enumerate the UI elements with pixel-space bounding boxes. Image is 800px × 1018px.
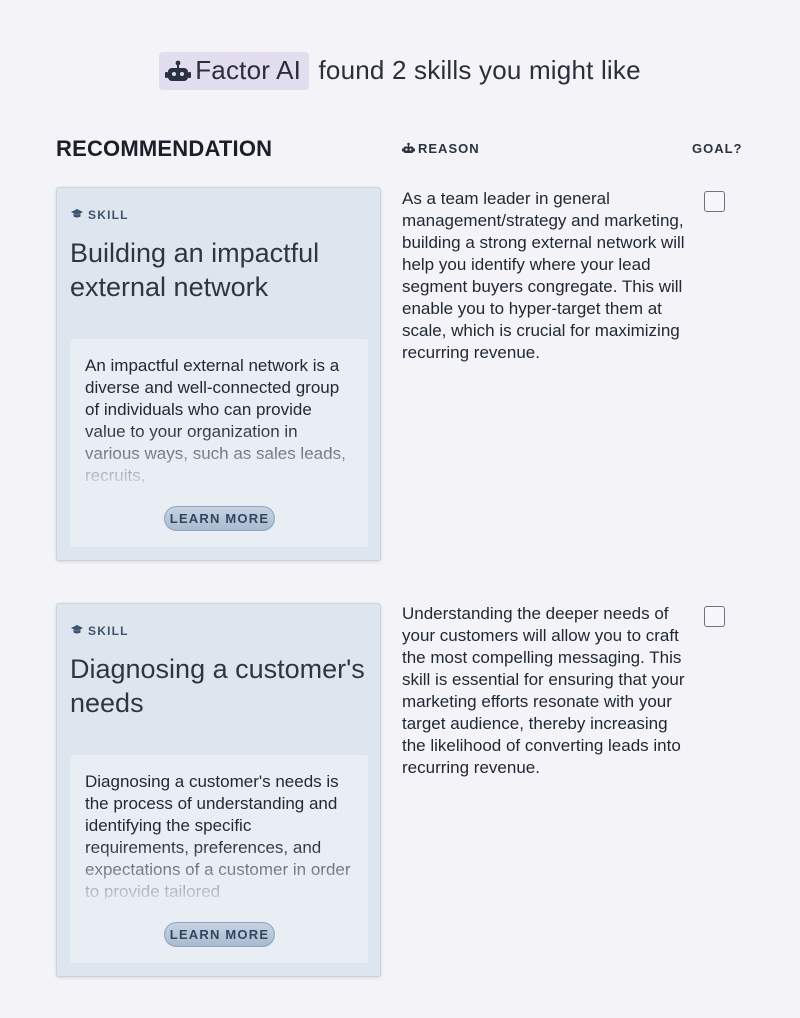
skill-tag-label: SKILL — [88, 624, 129, 638]
skill-card: SKILL Building an impactful external net… — [56, 187, 381, 561]
column-reason-label: REASON — [418, 141, 480, 156]
headline-message: found 2 skills you might like — [318, 55, 641, 85]
column-recommendation: RECOMMENDATION — [56, 136, 273, 161]
column-goal: GOAL? — [692, 141, 743, 156]
skill-reason: As a team leader in general management/s… — [402, 189, 685, 362]
skill-tag-label: SKILL — [88, 208, 129, 222]
graduation-cap-icon — [71, 209, 83, 218]
learn-more-button[interactable]: LEARN MORE — [164, 506, 275, 531]
brand-name: Factor AI — [195, 55, 302, 85]
skill-title: Building an impactful external network — [70, 238, 320, 302]
headline: Factor AI found 2 skills you might like — [0, 52, 800, 90]
skill-title: Diagnosing a customer's needs — [70, 654, 365, 718]
skill-description: Diagnosing a customer's needs is the pro… — [85, 772, 351, 899]
skill-reason: Understanding the deeper needs of your c… — [402, 604, 685, 777]
robot-icon — [402, 142, 415, 153]
skill-card: SKILL Diagnosing a customer's needs Diag… — [56, 603, 381, 977]
skill-description-box: An impactful external network is a diver… — [70, 339, 368, 547]
factor-ai-badge: Factor AI — [159, 52, 310, 90]
goal-checkbox[interactable] — [704, 606, 725, 627]
skill-description-box: Diagnosing a customer's needs is the pro… — [70, 755, 368, 963]
skill-tag: SKILL — [71, 624, 129, 638]
graduation-cap-icon — [71, 625, 83, 634]
robot-icon — [165, 60, 192, 81]
learn-more-button[interactable]: LEARN MORE — [164, 922, 275, 947]
goal-checkbox[interactable] — [704, 191, 725, 212]
skill-tag: SKILL — [71, 208, 129, 222]
column-reason: REASON — [402, 141, 480, 156]
skill-description: An impactful external network is a diver… — [85, 356, 346, 483]
